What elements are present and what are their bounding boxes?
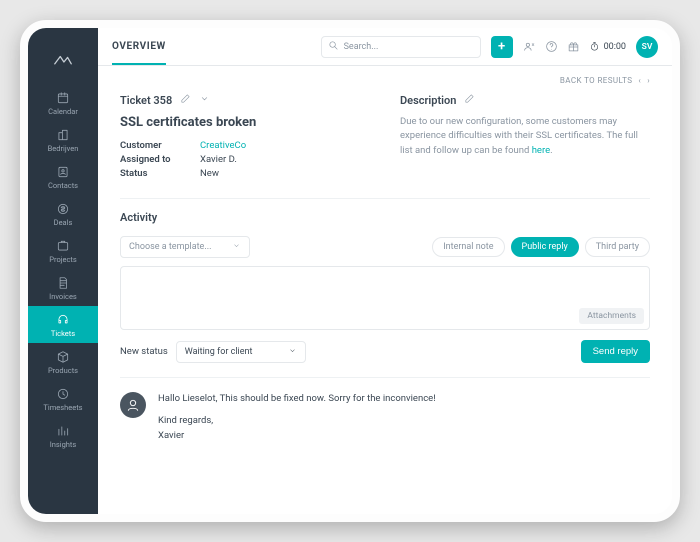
sidebar-label: Products [48, 366, 78, 375]
meta-value-status: New [200, 168, 219, 179]
sidebar-item-deals[interactable]: Deals [28, 195, 98, 232]
prev-result-icon[interactable]: ‹ [638, 76, 641, 85]
sidebar-label: Contacts [48, 181, 78, 190]
sidebar-item-tickets[interactable]: Tickets [28, 306, 98, 343]
sidebar-label: Tickets [51, 329, 75, 338]
help-icon[interactable] [545, 40, 559, 54]
edit-description-icon[interactable] [464, 93, 475, 107]
meta-key-status: Status [120, 168, 200, 179]
clock-icon [55, 387, 71, 401]
description-link[interactable]: here [532, 145, 550, 156]
chevron-down-icon [232, 241, 241, 253]
contacts-icon [55, 165, 71, 179]
timer-value: 00:00 [604, 42, 626, 52]
chevron-down-icon [288, 346, 297, 358]
projects-icon [55, 239, 71, 253]
meta-value-customer[interactable]: CreativeCo [200, 140, 246, 151]
user-avatar[interactable]: SV [636, 36, 658, 58]
ticket-menu-icon[interactable] [199, 93, 210, 107]
template-placeholder: Choose a template... [129, 242, 211, 252]
invoice-icon [55, 276, 71, 290]
new-status-label: New status [120, 346, 168, 357]
sidebar-item-contacts[interactable]: Contacts [28, 158, 98, 195]
next-result-icon[interactable]: › [647, 76, 650, 85]
back-to-results-link[interactable]: BACK TO RESULTS [560, 76, 632, 85]
new-status-select[interactable]: Waiting for client [176, 341, 306, 363]
headset-icon [55, 313, 71, 327]
tab-internal-note[interactable]: Internal note [432, 237, 504, 257]
ticket-id-label: Ticket 358 [120, 94, 172, 107]
new-status-value: Waiting for client [185, 347, 253, 357]
edit-ticket-icon[interactable] [180, 93, 191, 107]
attachments-button[interactable]: Attachments [579, 308, 644, 324]
gift-icon[interactable] [567, 40, 581, 54]
ticket-title: SSL certificates broken [120, 115, 370, 130]
tab-public-reply[interactable]: Public reply [511, 237, 579, 257]
sidebar-label: Invoices [49, 292, 77, 301]
search-placeholder: Search... [344, 42, 379, 52]
reply-editor[interactable]: Attachments [120, 266, 650, 330]
users-icon[interactable] [523, 40, 537, 54]
sidebar: Calendar Bedrijven Contacts Deals Projec… [28, 28, 98, 514]
meta-key-assigned: Assigned to [120, 154, 200, 165]
sidebar-label: Deals [54, 218, 73, 227]
sidebar-label: Calendar [48, 107, 78, 116]
calendar-icon [55, 91, 71, 105]
search-input[interactable]: Search... [321, 36, 481, 58]
app-logo [49, 48, 77, 76]
sidebar-item-insights[interactable]: Insights [28, 417, 98, 454]
page-title: OVERVIEW [112, 41, 166, 52]
sidebar-item-timesheets[interactable]: Timesheets [28, 380, 98, 417]
send-reply-button[interactable]: Send reply [581, 340, 650, 363]
search-icon [328, 40, 339, 54]
tab-third-party[interactable]: Third party [585, 237, 650, 257]
description-body: Due to our new configuration, some custo… [400, 115, 650, 158]
sidebar-item-invoices[interactable]: Invoices [28, 269, 98, 306]
topbar: OVERVIEW Search... + 00:00 SV [98, 28, 672, 66]
building-icon [55, 128, 71, 142]
sidebar-item-calendar[interactable]: Calendar [28, 84, 98, 121]
sidebar-item-products[interactable]: Products [28, 343, 98, 380]
sidebar-label: Projects [49, 255, 77, 264]
deals-icon [55, 202, 71, 216]
sidebar-label: Bedrijven [48, 144, 79, 153]
sidebar-item-projects[interactable]: Projects [28, 232, 98, 269]
template-select[interactable]: Choose a template... [120, 236, 250, 258]
sidebar-label: Timesheets [43, 403, 82, 412]
activity-label: Activity [120, 211, 650, 224]
sidebar-item-companies[interactable]: Bedrijven [28, 121, 98, 158]
box-icon [55, 350, 71, 364]
add-button[interactable]: + [491, 36, 513, 58]
description-label: Description [400, 94, 456, 107]
timer[interactable]: 00:00 [589, 41, 626, 52]
comment-body: Hallo Lieselot, This should be fixed now… [158, 392, 436, 443]
chart-icon [55, 424, 71, 438]
meta-value-assigned: Xavier D. [200, 154, 237, 165]
comment-avatar [120, 392, 146, 418]
sidebar-label: Insights [50, 440, 77, 449]
meta-key-customer: Customer [120, 140, 200, 151]
